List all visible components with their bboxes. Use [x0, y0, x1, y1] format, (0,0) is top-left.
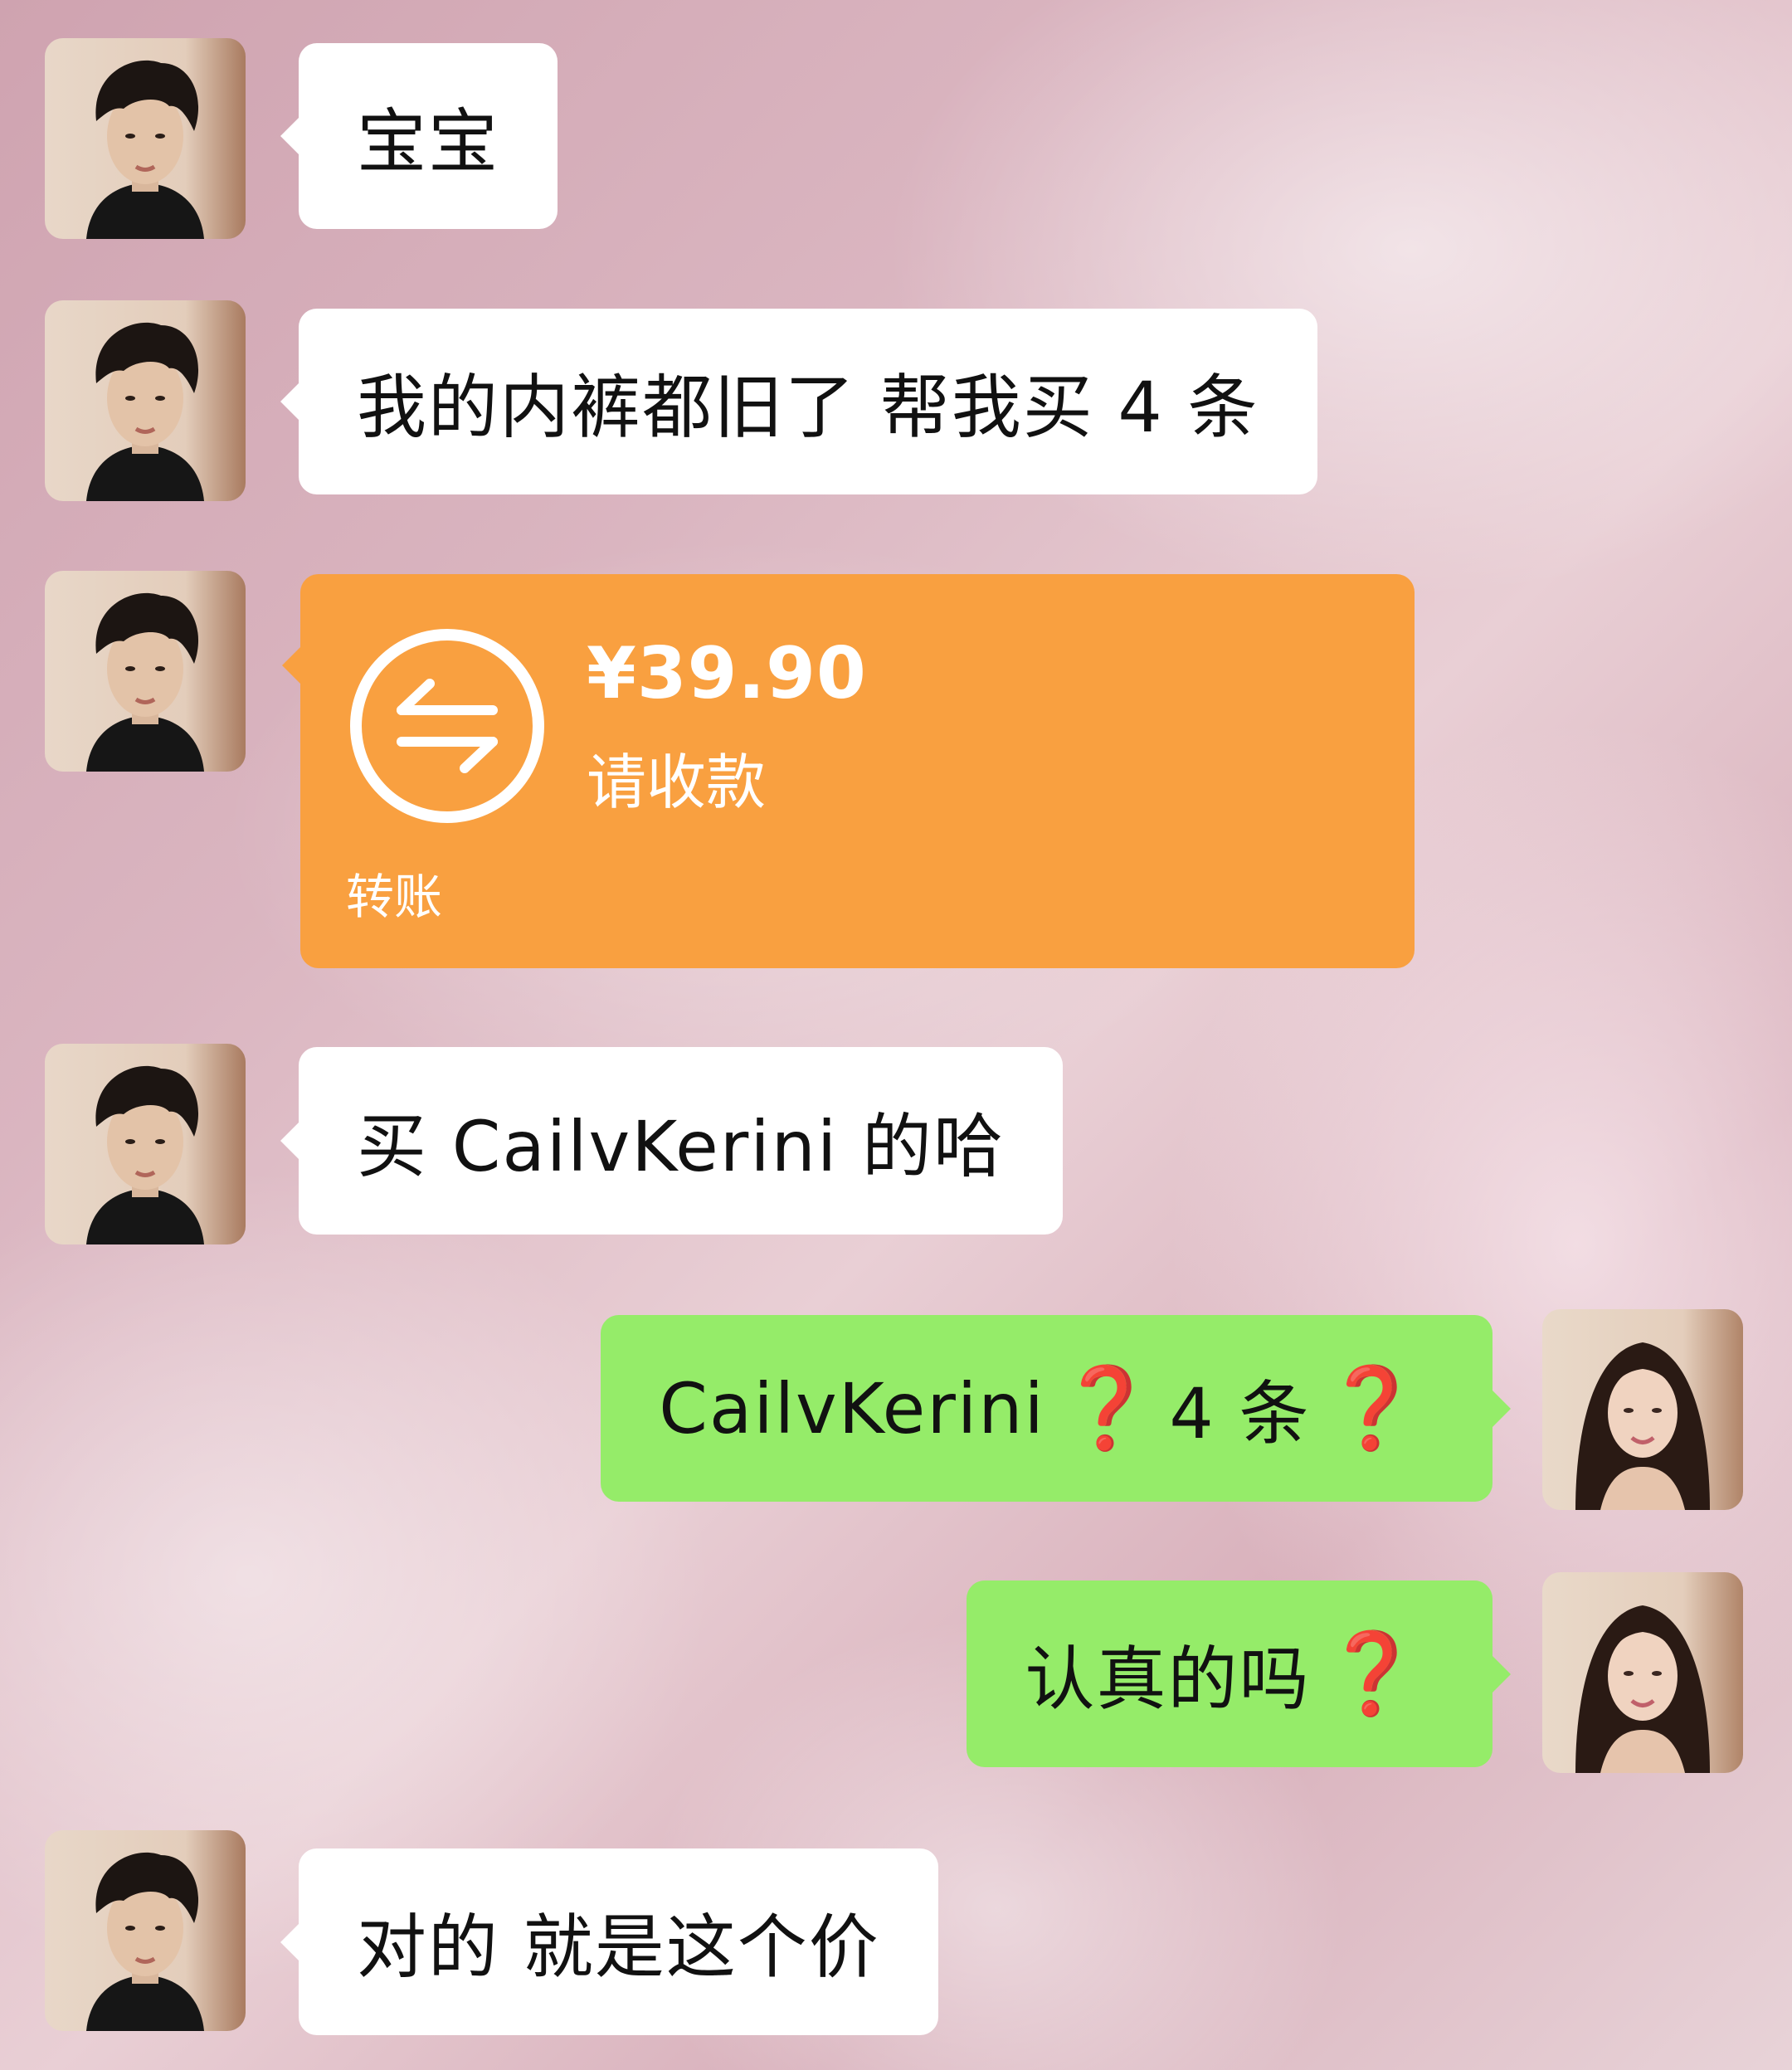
avatar-portrait-icon — [86, 592, 204, 772]
message-bubble-sent[interactable]: 认真的吗 ❓ — [967, 1581, 1511, 1767]
transfer-amount: ¥39.90 — [587, 632, 867, 715]
avatar-portrait-icon — [86, 60, 204, 239]
message-bubble-sent[interactable]: CailvKerini ❓ 4 条 ❓ — [601, 1315, 1511, 1502]
message-bubble-received[interactable]: 我的内裤都旧了 帮我买 4 条 — [280, 309, 1317, 494]
contact-avatar[interactable] — [45, 38, 246, 239]
message-text: CailvKerini — [659, 1367, 1045, 1449]
message-text: 宝宝 — [357, 100, 500, 183]
avatar-portrait-icon — [86, 1065, 204, 1244]
message-text: 买 CailvKerini 的哈 — [357, 1105, 1005, 1187]
user-avatar[interactable] — [1542, 1309, 1743, 1510]
transfer-label: 转账 — [346, 869, 443, 925]
avatar-portrait-icon — [1575, 1605, 1710, 1773]
contact-avatar[interactable] — [45, 1044, 246, 1244]
contact-avatar[interactable] — [45, 571, 246, 772]
user-avatar[interactable] — [1542, 1572, 1743, 1773]
message-text: 我的内裤都旧了 帮我买 4 条 — [357, 366, 1259, 448]
avatar-portrait-icon — [1575, 1342, 1710, 1510]
message-text: 认真的吗 — [1025, 1639, 1311, 1720]
message-text: 对的 就是这个价 — [357, 1907, 880, 1988]
question-mark-icon: ❓ — [1322, 1627, 1423, 1720]
message-text: 4 条 — [1169, 1373, 1311, 1454]
avatar-portrait-icon — [86, 1852, 204, 2031]
transfer-card[interactable]: ¥39.90 请收款 转账 — [282, 574, 1415, 968]
question-mark-icon: ❓ — [1322, 1361, 1423, 1454]
transfer-arrows-icon — [350, 629, 544, 823]
contact-avatar[interactable] — [45, 300, 246, 501]
transfer-status: 请收款 — [587, 748, 767, 817]
message-bubble-received[interactable]: 宝宝 — [280, 43, 558, 229]
transfer-divider — [300, 866, 1415, 867]
message-bubble-received[interactable]: 买 CailvKerini 的哈 — [280, 1047, 1063, 1235]
message-bubble-received[interactable]: 对的 就是这个价 — [280, 1848, 938, 2035]
avatar-portrait-icon — [86, 322, 204, 501]
contact-avatar[interactable] — [45, 1830, 246, 2031]
question-mark-icon: ❓ — [1056, 1361, 1158, 1454]
